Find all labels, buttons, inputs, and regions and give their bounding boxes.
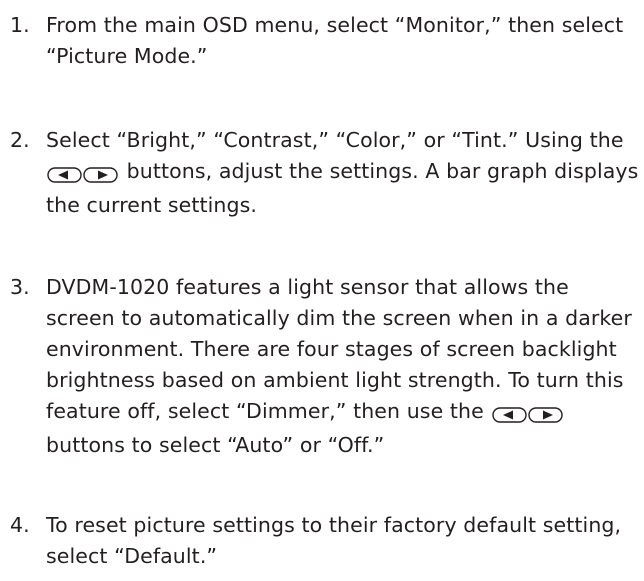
step-text: From the main OSD menu, select “Monitor,… — [46, 13, 624, 68]
step-number: 2. — [10, 128, 30, 152]
arrow-buttons-icon — [491, 399, 564, 430]
right-arrow-button-icon — [83, 167, 118, 183]
step-text: DVDM-1020 features a light sensor that a… — [46, 272, 640, 461]
step-number: 3. — [10, 275, 30, 299]
step-text: Select “Bright,” “Contrast,” “Color,” or… — [46, 125, 640, 221]
step-3: 3. DVDM-1020 features a light sensor tha… — [10, 272, 640, 461]
step-text-after: buttons, adjust the settings. A bar grap… — [46, 159, 639, 217]
left-arrow-button-icon — [47, 167, 82, 183]
step-number: 1. — [10, 13, 30, 37]
step-4: 4. To reset picture settings to their fa… — [10, 510, 640, 572]
arrow-buttons-icon — [47, 159, 119, 190]
left-arrow-button-icon — [491, 407, 527, 423]
step-1: 1. From the main OSD menu, select “Monit… — [10, 10, 640, 72]
step-number: 4. — [10, 513, 30, 537]
step-text-after: buttons to select “Auto” or “Off.” — [46, 433, 385, 457]
right-arrow-button-icon — [527, 407, 563, 423]
step-text: To reset picture settings to their facto… — [46, 513, 622, 568]
instruction-page: 1. From the main OSD menu, select “Monit… — [0, 0, 644, 581]
step-text-before: Select “Bright,” “Contrast,” “Color,” or… — [46, 128, 624, 152]
step-2: 2. Select “Bright,” “Contrast,” “Color,”… — [10, 125, 640, 221]
